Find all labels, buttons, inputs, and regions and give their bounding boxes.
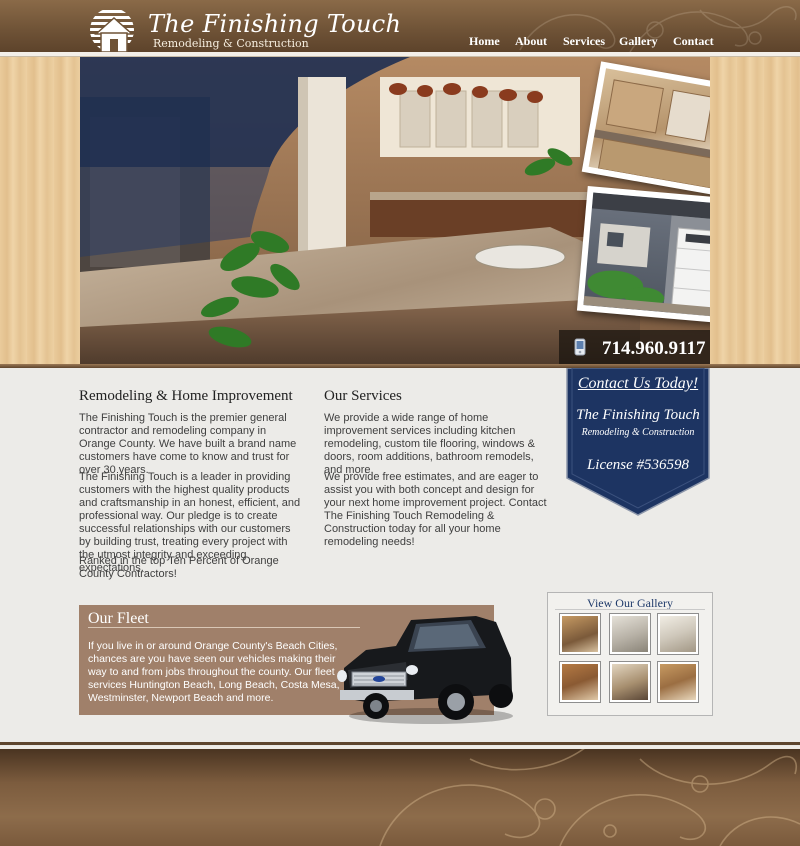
garage-photo: [576, 185, 710, 328]
brand-tagline: Remodeling & Construction: [153, 37, 309, 50]
wood-panel-right: [710, 57, 800, 365]
badge-license: License #536598: [586, 457, 690, 473]
gallery-thumbnail[interactable]: [609, 613, 651, 655]
nav-contact-link[interactable]: Contact: [673, 34, 714, 49]
services-title: Our Services: [324, 388, 402, 404]
site-footer: [0, 749, 800, 846]
badge-brand-name: The Finishing Touch: [576, 407, 700, 423]
remodeling-title: Remodeling & Home Improvement: [79, 388, 293, 404]
nav-about-link[interactable]: About: [515, 34, 547, 49]
fleet-text: If you live in or around Orange County's…: [88, 640, 340, 704]
remodeling-paragraph-3: Ranked in the top Ten Percent of Orange …: [79, 555, 279, 580]
footer-swirl-decoration: [379, 749, 800, 846]
phone-number[interactable]: 714.960.9117: [602, 338, 705, 360]
gallery-thumbnail[interactable]: [657, 613, 699, 655]
nav-gallery-link[interactable]: Gallery: [619, 34, 658, 49]
services-paragraph-1: We provide a wide range of home improvem…: [324, 412, 535, 476]
hero-kitchen-image: [80, 57, 710, 365]
gallery-title-rule: [555, 609, 705, 610]
nav-services-link[interactable]: Services: [563, 34, 605, 49]
brand-name[interactable]: The Finishing Touch: [148, 10, 401, 38]
gallery-thumbnail[interactable]: [657, 661, 699, 703]
gallery-thumbnail[interactable]: [609, 661, 651, 703]
wood-panel-left: [0, 57, 80, 365]
badge-tagline: Remodeling & Construction: [581, 427, 695, 438]
services-paragraph-2: We provide free estimates, and are eager…: [324, 471, 547, 548]
footer-divider-dark: [0, 742, 800, 745]
fleet-title-rule: [88, 627, 360, 628]
gallery-thumbnail[interactable]: [559, 661, 601, 703]
gallery-thumbnail[interactable]: [559, 613, 601, 655]
remodeling-paragraph-1: The Finishing Touch is the premier gener…: [79, 412, 297, 476]
contact-cta-link[interactable]: Contact Us Today!: [566, 375, 710, 393]
fleet-title: Our Fleet: [88, 610, 149, 627]
nav-home-link[interactable]: Home: [469, 34, 500, 49]
house-logo-icon[interactable]: [78, 8, 146, 52]
mobile-phone-icon: [574, 338, 586, 356]
pickup-truck-image: [337, 616, 513, 724]
